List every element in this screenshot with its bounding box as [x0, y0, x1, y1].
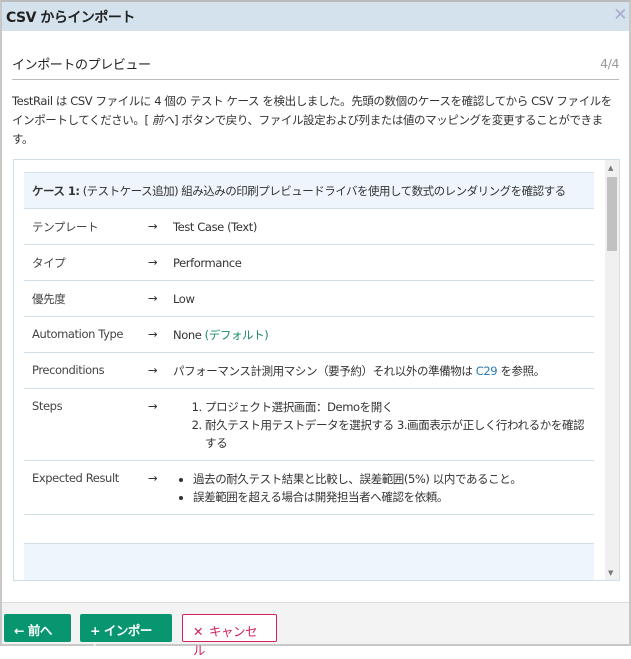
arrow-icon: → [148, 327, 158, 341]
scroll-down-icon[interactable]: ▼ [608, 569, 613, 577]
import-label: インポート [90, 623, 152, 657]
field-label: Preconditions [32, 363, 105, 377]
step-indicator: 4/4 [600, 56, 619, 71]
field-label: タイプ [32, 256, 66, 270]
field-value: Performance [173, 256, 242, 270]
intro-prev-ref: 前へ [151, 113, 175, 127]
step-item: プロジェクト選択画面：Demoを開く [205, 398, 594, 416]
field-row-type: タイプ → Performance [24, 245, 594, 281]
dialog-titlebar: CSV からインポート ✕ [2, 2, 629, 31]
arrow-icon: → [148, 291, 158, 305]
step-item: 耐久テスト用テストデータを選択する 3.画面表示が正しく行われるかを確認する [205, 416, 594, 452]
default-note: (デフォルト) [204, 328, 269, 342]
cancel-button[interactable]: ✕ キャンセル [182, 614, 277, 658]
value-text: パフォーマンス計測用マシン（要予約）それ以外の準備物は [173, 364, 476, 378]
scroll-up-icon[interactable]: ▲ [608, 164, 613, 172]
plus-icon: + [90, 623, 100, 638]
field-row-steps: Steps → プロジェクト選択画面：Demoを開く耐久テスト用テストデータを選択す… [24, 389, 594, 461]
field-row-expected-result: Expected Result → 過去の耐久テスト結果と比較し、誤差範囲(5%) … [24, 461, 594, 515]
arrow-icon: → [148, 399, 158, 413]
arrow-icon: → [148, 255, 158, 269]
dialog-title: CSV からインポート [6, 10, 135, 26]
value-text-after: を参照。 [497, 364, 545, 378]
prev-button[interactable]: ← 前へ [4, 614, 71, 642]
x-icon: ✕ [193, 624, 203, 639]
field-value: None (デフォルト) [173, 327, 594, 344]
next-case-header [24, 543, 594, 580]
field-value: Test Case (Text) [173, 220, 257, 234]
result-item: 誤差範囲を超える場合は開発担当者へ確認を依頼。 [193, 488, 594, 506]
prev-label: 前へ [27, 623, 53, 638]
field-value: 過去の耐久テスト結果と比較し、誤差範囲(5%) 以内であること。誤差範囲を超える… [173, 471, 594, 506]
arrow-icon: → [148, 219, 158, 233]
field-row-automation-type: Automation Type → None (デフォルト) [24, 317, 594, 353]
field-row-template: テンプレート → Test Case (Text) [24, 209, 594, 245]
arrow-icon: → [148, 471, 158, 485]
field-label: テンプレート [32, 220, 99, 234]
scrollbar[interactable]: ▲ ▼ [605, 160, 619, 580]
field-row-priority: 優先度 → Low [24, 281, 594, 317]
value-text: None [173, 328, 202, 342]
arrow-left-icon: ← [14, 623, 24, 638]
result-item: 過去の耐久テスト結果と比較し、誤差範囲(5%) 以内であること。 [193, 470, 594, 488]
scrollbar-thumb[interactable] [607, 177, 617, 251]
case-link[interactable]: C29 [476, 364, 498, 378]
import-button[interactable]: + インポート [80, 614, 172, 657]
dialog-footer: ← 前へ + インポート ✕ キャンセル [2, 602, 629, 658]
field-label: Automation Type [32, 327, 124, 341]
field-label: Expected Result [32, 471, 119, 485]
section-title: インポートのプレビュー [12, 58, 151, 73]
field-value: パフォーマンス計測用マシン（要予約）それ以外の準備物は C29 を参照。 [173, 363, 594, 380]
field-row-preconditions: Preconditions → パフォーマンス計測用マシン（要予約）それ以外の準備物… [24, 353, 594, 389]
case-number: ケース 1: [32, 184, 80, 198]
case-title: (テストケース追加) 組み込みの印刷プレビュードライバを使用して数式のレンダリン… [82, 184, 566, 198]
field-value: Low [173, 292, 195, 306]
import-dialog: CSV からインポート ✕ インポートのプレビュー 4/4 TestRail は… [0, 0, 631, 658]
section-header: インポートのプレビュー 4/4 [12, 54, 619, 80]
intro-text: TestRail は CSV ファイルに 4 個の テスト ケース を検出しまし… [12, 92, 617, 149]
arrow-icon: → [148, 363, 158, 377]
field-value: プロジェクト選択画面：Demoを開く耐久テスト用テストデータを選択する 3.画面… [173, 399, 594, 452]
field-label: 優先度 [32, 292, 66, 306]
close-icon[interactable]: ✕ [613, 5, 627, 25]
field-label: Steps [32, 399, 63, 413]
case-header: ケース 1: (テストケース追加) 組み込みの印刷プレビュードライバを使用して数… [24, 172, 594, 209]
preview-pane[interactable]: ケース 1: (テストケース追加) 組み込みの印刷プレビュードライバを使用して数… [13, 159, 620, 581]
